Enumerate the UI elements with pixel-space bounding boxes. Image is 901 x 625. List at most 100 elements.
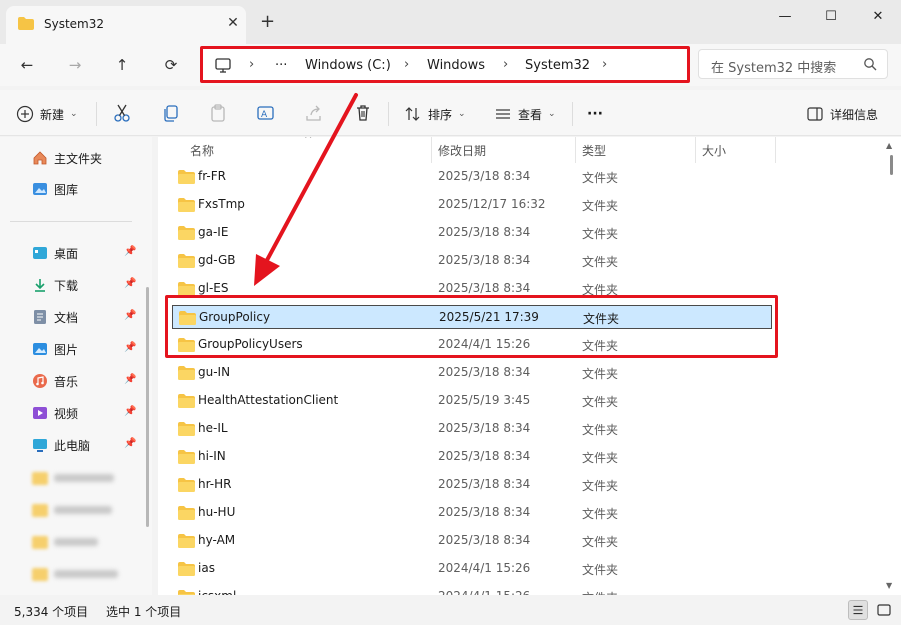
folder-icon xyxy=(178,394,195,408)
file-name: HealthAttestationClient xyxy=(198,393,339,407)
file-row[interactable]: GroupPolicy 2025/5/21 17:39 文件夹 xyxy=(172,305,772,329)
folder-icon xyxy=(178,534,195,548)
more-options-icon[interactable]: ··· xyxy=(587,103,603,125)
sidebar-item-videos[interactable]: 视频 📌 xyxy=(32,401,142,425)
sidebar-item-desktop[interactable]: 桌面 📌 xyxy=(32,241,142,265)
scroll-down-icon[interactable]: ▼ xyxy=(886,581,892,590)
file-type: 文件夹 xyxy=(582,479,619,493)
file-row[interactable]: fr-FR 2025/3/18 8:34 文件夹 xyxy=(172,165,772,189)
sidebar-item-label: 视频 xyxy=(54,406,79,421)
sidebar-item-home[interactable]: 主文件夹 xyxy=(32,146,142,170)
refresh-icon[interactable]: ⟳ xyxy=(160,54,182,76)
sidebar-item-this-pc[interactable]: 此电脑 📌 xyxy=(32,433,142,457)
sidebar-item-pictures[interactable]: 图片 📌 xyxy=(32,337,142,361)
delete-icon[interactable] xyxy=(352,102,374,124)
sidebar-item-blurred[interactable] xyxy=(32,500,132,520)
sidebar-item-label: 主文件夹 xyxy=(54,151,103,166)
search-input[interactable]: 在 System32 中搜索 xyxy=(698,49,888,79)
folder-icon xyxy=(32,503,48,517)
file-date: 2025/3/18 8:34 xyxy=(438,505,531,519)
file-row[interactable]: hi-IN 2025/3/18 8:34 文件夹 xyxy=(172,445,772,469)
sidebar-item-downloads[interactable]: 下载 📌 xyxy=(32,273,142,297)
folder-icon xyxy=(178,226,195,240)
divider xyxy=(775,137,776,163)
file-row[interactable]: gu-IN 2025/3/18 8:34 文件夹 xyxy=(172,361,772,385)
pictures-icon xyxy=(33,343,47,355)
back-icon[interactable]: ← xyxy=(16,54,38,76)
minimize-button[interactable]: — xyxy=(762,6,808,28)
details-pane-button[interactable]: 详细信息 xyxy=(806,103,878,125)
sidebar-item-blurred[interactable] xyxy=(32,564,132,584)
sidebar-item-gallery[interactable]: 图库 xyxy=(32,177,142,201)
column-name[interactable]: 名称 xyxy=(190,142,214,159)
folder-icon xyxy=(18,17,34,30)
file-row[interactable]: GroupPolicyUsers 2024/4/1 15:26 文件夹 xyxy=(172,333,772,357)
new-tab-icon[interactable]: + xyxy=(260,13,275,31)
file-row[interactable]: FxsTmp 2025/12/17 16:32 文件夹 xyxy=(172,193,772,217)
breadcrumb-windows[interactable]: Windows xyxy=(427,58,485,73)
details-view-icon[interactable] xyxy=(848,600,868,620)
scroll-up-icon[interactable]: ▲ xyxy=(886,141,892,150)
pin-icon: 📌 xyxy=(124,246,137,257)
svg-text:A: A xyxy=(261,110,268,120)
sidebar-item-blurred[interactable] xyxy=(32,532,132,552)
sidebar-item-documents[interactable]: 文档 📌 xyxy=(32,305,142,329)
address-bar[interactable]: › ··· Windows (C:) › Windows › System32 … xyxy=(200,46,690,83)
file-row[interactable]: gl-ES 2025/3/18 8:34 文件夹 xyxy=(172,277,772,301)
sidebar-item-blurred[interactable] xyxy=(32,468,132,488)
folder-icon xyxy=(178,450,195,464)
file-row[interactable]: icsxml2024/4/1 15:26文件夹 xyxy=(172,585,772,595)
column-size[interactable]: 大小 xyxy=(702,142,726,159)
folder-icon xyxy=(178,254,195,268)
share-icon[interactable] xyxy=(303,102,325,124)
file-list: ^ 名称 修改日期 类型 大小 fr-FR 2025/3/18 8:34 文件夹 Fx… xyxy=(158,137,901,595)
file-date: 2025/5/21 17:39 xyxy=(439,310,539,324)
paste-icon[interactable] xyxy=(207,102,229,124)
breadcrumb-separator: › xyxy=(503,57,509,72)
new-button[interactable]: 新建 ⌄ xyxy=(16,103,78,125)
file-name: gd-GB xyxy=(198,253,236,267)
sidebar-item-label: 桌面 xyxy=(54,246,79,261)
tiles-view-icon[interactable] xyxy=(874,600,894,620)
file-row[interactable]: hr-HR 2025/3/18 8:34 文件夹 xyxy=(172,473,772,497)
cut-icon[interactable] xyxy=(111,102,133,124)
breadcrumb-separator: › xyxy=(602,57,608,72)
forward-icon[interactable]: → xyxy=(64,54,86,76)
breadcrumb-ellipsis[interactable]: ··· xyxy=(275,58,287,73)
sidebar-item-music[interactable]: 音乐 📌 xyxy=(32,369,142,393)
file-date: 2025/3/18 8:34 xyxy=(438,281,531,295)
view-button[interactable]: 查看 ⌄ xyxy=(494,103,556,125)
folder-icon xyxy=(179,311,196,325)
maximize-button[interactable]: ☐ xyxy=(808,6,854,28)
copy-icon[interactable] xyxy=(160,102,182,124)
file-row[interactable]: ias 2024/4/1 15:26 文件夹 xyxy=(172,557,772,581)
file-row[interactable]: hy-AM 2025/3/18 8:34 文件夹 xyxy=(172,529,772,553)
file-name: hr-HR xyxy=(198,477,232,491)
column-date[interactable]: 修改日期 xyxy=(438,142,486,159)
file-row[interactable]: ga-IE 2025/3/18 8:34 文件夹 xyxy=(172,221,772,245)
breadcrumb-drive[interactable]: Windows (C:) xyxy=(305,58,391,73)
up-icon[interactable]: ↑ xyxy=(111,54,133,76)
file-name: FxsTmp xyxy=(198,197,245,211)
file-row[interactable]: gd-GB 2025/3/18 8:34 文件夹 xyxy=(172,249,772,273)
file-date: 2025/3/18 8:34 xyxy=(438,421,531,435)
tab-close-icon[interactable]: ✕ xyxy=(224,14,242,32)
file-row[interactable]: HealthAttestationClient 2025/5/19 3:45 文件夹 xyxy=(172,389,772,413)
file-name: ga-IE xyxy=(198,225,229,239)
close-window-button[interactable]: ✕ xyxy=(855,6,901,28)
file-list-scrollbar[interactable] xyxy=(890,155,893,175)
file-name: fr-FR xyxy=(198,169,226,183)
divider xyxy=(388,102,389,126)
column-type[interactable]: 类型 xyxy=(582,142,606,159)
rename-icon[interactable]: A xyxy=(255,102,277,124)
sidebar-scrollbar[interactable] xyxy=(146,287,149,527)
view-label: 查看 xyxy=(518,107,543,122)
folder-icon xyxy=(32,567,48,581)
tab-system32[interactable]: System32 ✕ xyxy=(6,6,246,44)
file-row[interactable]: hu-HU 2025/3/18 8:34 文件夹 xyxy=(172,501,772,525)
sort-button[interactable]: 排序 ⌄ xyxy=(404,103,466,125)
breadcrumb-system32[interactable]: System32 xyxy=(525,58,590,73)
search-icon xyxy=(864,58,877,71)
file-row[interactable]: he-IL 2025/3/18 8:34 文件夹 xyxy=(172,417,772,441)
folder-icon xyxy=(178,170,195,184)
